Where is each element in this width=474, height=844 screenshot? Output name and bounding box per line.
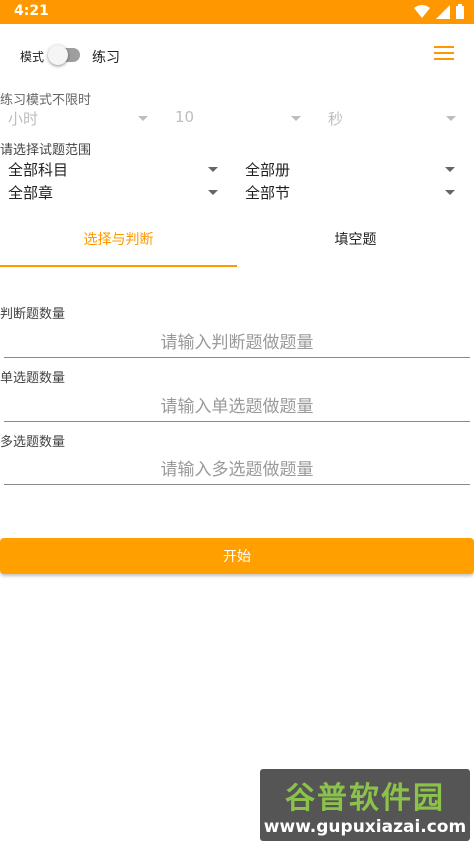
dropdown-arrow-icon: [208, 167, 218, 172]
judge-count-input[interactable]: [4, 328, 470, 358]
status-icons: [414, 4, 464, 23]
seconds-spinner[interactable]: 秒: [328, 108, 456, 130]
multi-count-input[interactable]: [4, 455, 470, 485]
practice-mode-switch[interactable]: [48, 45, 80, 65]
practice-label: 练习: [92, 50, 120, 66]
section-spinner[interactable]: 全部节: [245, 182, 455, 204]
signal-icon: [436, 4, 450, 23]
single-count-label: 单选题数量: [0, 371, 66, 386]
time-limit-label: 练习模式不限时: [0, 93, 92, 108]
status-time: 4:21: [14, 3, 49, 19]
question-type-tabs: 选择与判断 填空题: [0, 220, 474, 268]
battery-icon: [456, 4, 464, 23]
subject-spinner[interactable]: 全部科目: [8, 159, 218, 181]
single-count-input[interactable]: [4, 392, 470, 422]
dropdown-arrow-icon: [446, 116, 456, 121]
minutes-spinner[interactable]: 10: [175, 108, 301, 130]
tab-fill-blank[interactable]: 填空题: [237, 220, 474, 268]
dropdown-arrow-icon: [138, 116, 148, 121]
volume-spinner[interactable]: 全部册: [245, 159, 455, 181]
hamburger-menu-icon[interactable]: [434, 44, 456, 62]
switch-knob[interactable]: [48, 45, 68, 65]
mode-label: 模式: [20, 50, 45, 64]
judge-count-label: 判断题数量: [0, 307, 66, 322]
hours-spinner[interactable]: 小时: [8, 108, 148, 130]
start-button[interactable]: 开始: [0, 538, 474, 574]
wifi-icon: [414, 4, 430, 23]
subject-value: 全部科目: [8, 161, 69, 179]
watermark: 谷普软件园 www.gupuxiazai.com: [260, 769, 470, 841]
watermark-logo: 谷普软件园: [285, 781, 445, 816]
scope-label: 请选择试题范围: [0, 143, 92, 158]
volume-value: 全部册: [245, 161, 291, 179]
dropdown-arrow-icon: [208, 190, 218, 195]
section-value: 全部节: [245, 184, 291, 202]
tab-choice-judge[interactable]: 选择与判断: [0, 220, 237, 268]
mode-row: 模式 练习: [0, 40, 474, 72]
chapter-spinner[interactable]: 全部章: [8, 182, 218, 204]
status-bar: 4:21: [0, 0, 474, 24]
dropdown-arrow-icon: [291, 116, 301, 121]
chapter-value: 全部章: [8, 184, 54, 202]
seconds-value: 秒: [328, 110, 344, 128]
multi-count-label: 多选题数量: [0, 435, 66, 450]
minutes-value: 10: [175, 108, 195, 126]
watermark-url: www.gupuxiazai.com: [263, 817, 467, 837]
dropdown-arrow-icon: [445, 190, 455, 195]
tab-indicator: [0, 265, 237, 267]
dropdown-arrow-icon: [445, 167, 455, 172]
hours-value: 小时: [8, 110, 39, 128]
